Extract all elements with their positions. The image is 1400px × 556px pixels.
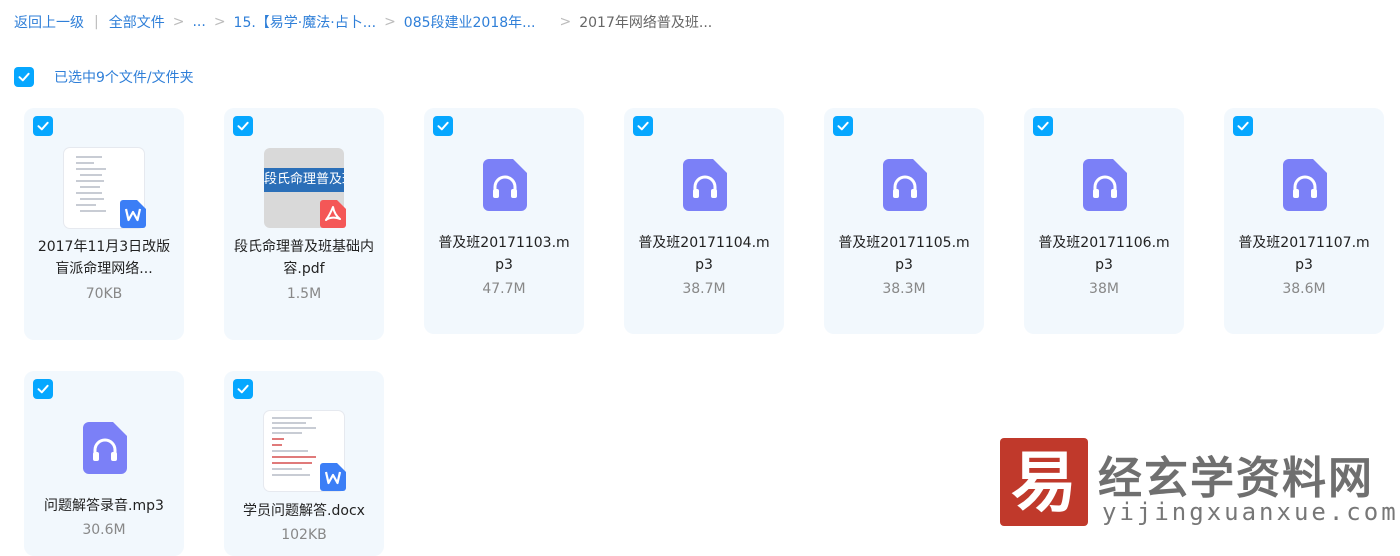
breadcrumb-separator: > <box>559 14 572 30</box>
check-icon <box>37 121 49 131</box>
breadcrumb-divider: | <box>94 14 99 30</box>
file-card[interactable]: 普及班20171104.mp3 38.7M <box>624 108 784 334</box>
file-card[interactable]: 普及班20171107.mp3 38.6M <box>1224 108 1384 334</box>
breadcrumb: 返回上一级 | 全部文件 > ... > 15.【易学·魔法·占卜... > 0… <box>14 12 712 32</box>
file-name: 普及班20171107.mp3 <box>1238 235 1370 273</box>
file-size: 102KB <box>281 527 327 543</box>
file-checkbox[interactable] <box>1033 116 1053 136</box>
file-name: 2017年11月3日改版盲派命理网络... <box>37 239 171 277</box>
check-icon <box>637 121 649 131</box>
file-name: 普及班20171103.mp3 <box>438 235 570 273</box>
check-icon <box>437 121 449 131</box>
breadcrumb-separator: > <box>213 14 226 30</box>
file-size: 1.5M <box>286 286 322 302</box>
check-icon <box>1237 121 1249 131</box>
file-card[interactable]: 学员问题解答.docx 102KB <box>224 371 384 556</box>
file-name: 普及班20171105.mp3 <box>838 235 970 273</box>
selection-count: 已选中9个文件/文件夹 <box>54 70 194 86</box>
watermark: 易 经玄学资料网 yijingxuanxue.com <box>1000 438 1396 530</box>
file-size: 38.3M <box>882 281 926 297</box>
file-checkbox[interactable] <box>233 379 253 399</box>
pdf-thumbnail-title: 段氏命理普及班 <box>264 168 344 192</box>
file-name: 普及班20171104.mp3 <box>638 235 770 273</box>
word-icon <box>320 463 346 491</box>
file-checkbox[interactable] <box>833 116 853 136</box>
file-checkbox[interactable] <box>33 116 53 136</box>
breadcrumb-level1[interactable]: 15.【易学·魔法·占卜... <box>234 12 377 32</box>
pdf-icon <box>320 200 346 228</box>
watermark-seal-char: 易 <box>1011 443 1077 521</box>
breadcrumb-current: 2017年网络普及班... <box>579 15 713 31</box>
select-all-checkbox[interactable] <box>14 67 34 87</box>
check-icon <box>18 72 30 82</box>
watermark-seal: 易 <box>1000 438 1088 526</box>
file-checkbox[interactable] <box>1233 116 1253 136</box>
file-checkbox[interactable] <box>433 116 453 136</box>
check-icon <box>837 121 849 131</box>
check-icon <box>1037 121 1049 131</box>
watermark-url: yijingxuanxue.com <box>1102 498 1399 526</box>
headphones-icon <box>1083 159 1127 211</box>
check-icon <box>237 384 249 394</box>
breadcrumb-level2[interactable]: 085段建业2018年... <box>404 12 536 32</box>
file-name: 段氏命理普及班基础内容.pdf <box>234 239 374 277</box>
breadcrumb-separator: > <box>172 14 185 30</box>
file-card[interactable]: 问题解答录音.mp3 30.6M <box>24 371 184 556</box>
file-name: 问题解答录音.mp3 <box>44 498 164 514</box>
check-icon <box>237 121 249 131</box>
breadcrumb-ellipsis[interactable]: ... <box>192 14 205 30</box>
file-checkbox[interactable] <box>233 116 253 136</box>
file-size: 30.6M <box>82 522 126 538</box>
file-checkbox[interactable] <box>633 116 653 136</box>
headphones-icon <box>683 159 727 211</box>
selection-bar: 已选中9个文件/文件夹 <box>14 66 194 88</box>
file-size: 47.7M <box>482 281 526 297</box>
file-card[interactable]: 普及班20171106.mp3 38M <box>1024 108 1184 334</box>
file-card[interactable]: 普及班20171105.mp3 38.3M <box>824 108 984 334</box>
file-size: 70KB <box>85 286 123 302</box>
file-name: 普及班20171106.mp3 <box>1038 235 1170 273</box>
watermark-title: 经玄学资料网 <box>1098 453 1374 504</box>
file-card[interactable]: 普及班20171103.mp3 47.7M <box>424 108 584 334</box>
headphones-icon <box>883 159 927 211</box>
check-icon <box>37 384 49 394</box>
file-card[interactable]: 2017年11月3日改版盲派命理网络... 70KB <box>24 108 184 340</box>
headphones-icon <box>83 422 127 474</box>
breadcrumb-separator: > <box>384 14 396 30</box>
file-size: 38M <box>1089 281 1119 297</box>
file-size: 38.7M <box>682 281 726 297</box>
file-size: 38.6M <box>1282 281 1326 297</box>
file-name: 学员问题解答.docx <box>243 503 365 519</box>
word-icon <box>120 200 146 228</box>
file-card[interactable]: 段氏命理普及班 段氏命理普及班基础内容.pdf 1.5M <box>224 108 384 340</box>
back-link[interactable]: 返回上一级 <box>14 12 84 32</box>
breadcrumb-all-files[interactable]: 全部文件 <box>109 12 165 32</box>
file-checkbox[interactable] <box>33 379 53 399</box>
headphones-icon <box>1283 159 1327 211</box>
headphones-icon <box>483 159 527 211</box>
